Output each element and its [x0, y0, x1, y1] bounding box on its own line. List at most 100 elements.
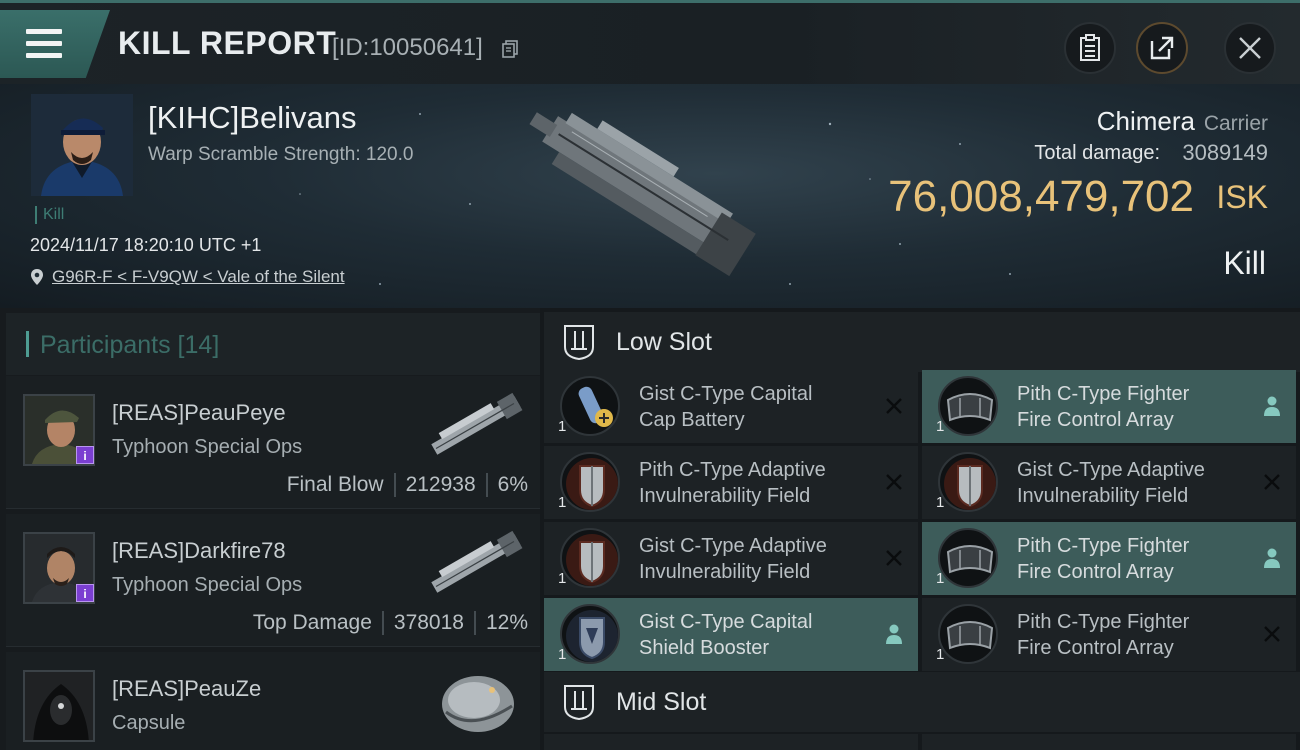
participant-row[interactable]: [REAS]PeauZe Capsule — [6, 652, 540, 750]
total-damage-value: 3089149 — [1182, 140, 1268, 165]
module-slot[interactable]: 1 Pith C-Type Adaptive Invulnerability Fi… — [544, 446, 918, 519]
module-slot-partial[interactable] — [544, 734, 918, 750]
participant-avatar[interactable] — [23, 670, 95, 742]
module-name: Pith C-Type Adaptive Invulnerability Fiel… — [639, 459, 826, 507]
ship-class: Carrier — [1203, 112, 1268, 135]
destroyed-x-icon — [882, 394, 906, 418]
clipboard-button[interactable] — [1064, 22, 1116, 74]
result-label: Kill — [1223, 245, 1266, 281]
hamburger-icon — [26, 29, 62, 59]
module-name: Pith C-Type Fighter Fire Control Array — [1017, 383, 1190, 431]
module-slot[interactable]: 1 Gist C-Type Adaptive Invulnerability Fi… — [922, 446, 1296, 519]
menu-button[interactable] — [0, 10, 110, 78]
invulnerability-field-icon — [560, 528, 620, 588]
destroyed-x-icon — [882, 470, 906, 494]
capsule-image — [442, 676, 514, 732]
module-slot[interactable]: 1 Gist C-Type Adaptive Invulnerability Fi… — [544, 522, 918, 595]
cap-battery-icon — [560, 376, 620, 436]
participant-percent: 12% — [485, 611, 528, 634]
dropped-person-icon — [1260, 394, 1284, 418]
info-badge-icon[interactable]: i — [76, 584, 94, 602]
low-slot-icon — [564, 325, 594, 361]
report-id: [ID:10050641] — [332, 34, 483, 61]
participant-ship-image — [431, 392, 523, 455]
module-name: Pith C-Type Fighter Fire Control Array — [1017, 535, 1190, 583]
low-slot-header[interactable]: Low Slot — [544, 312, 1300, 372]
location-pin-icon — [31, 269, 43, 285]
divider — [473, 611, 476, 635]
module-name: Gist C-Type Adaptive Invulnerability Fiel… — [639, 535, 827, 583]
low-slot-label: Low Slot — [616, 327, 712, 356]
fighter-fire-control-icon — [938, 376, 998, 436]
kill-location[interactable]: G96R-F < F-V9QW < Vale of the Silent — [30, 267, 345, 287]
module-slot[interactable]: 1 Pith C-Type Fighter Fire Control Array — [922, 522, 1296, 595]
divider — [485, 473, 488, 497]
module-slot[interactable]: 1 Gist C-Type Capital Shield Booster — [544, 598, 918, 671]
dropped-person-icon — [1260, 546, 1284, 570]
module-qty: 1 — [558, 418, 567, 435]
copy-icon[interactable] — [502, 40, 518, 58]
invulnerability-field-icon — [560, 452, 620, 512]
invulnerability-field-icon — [938, 452, 998, 512]
participant-stats: Top Damage 378018 12% — [253, 611, 528, 635]
module-qty: 1 — [558, 494, 567, 511]
close-icon — [1239, 37, 1261, 59]
module-slot-partial[interactable] — [922, 734, 1296, 750]
participant-row[interactable]: i [REAS]PeauPeye Typhoon Special Ops Fin… — [6, 376, 540, 509]
participant-damage: 378018 — [393, 611, 464, 634]
module-name: Gist C-Type Adaptive Invulnerability Fiel… — [1017, 459, 1205, 507]
module-qty: 1 — [936, 418, 945, 435]
victim-name[interactable]: [KIHC]Belivans — [148, 100, 356, 136]
share-button[interactable] — [1136, 22, 1188, 74]
module-qty: 1 — [558, 570, 567, 587]
participant-name[interactable]: [REAS]Darkfire78 — [112, 538, 286, 564]
destroyed-x-icon — [882, 546, 906, 570]
module-name: Gist C-Type Capital Cap Battery — [639, 383, 813, 431]
location-link[interactable]: G96R-F < F-V9QW < Vale of the Silent — [52, 267, 345, 287]
participant-ship: Capsule — [112, 712, 186, 734]
page-title: KILL REPORT — [118, 25, 337, 61]
fighter-fire-control-icon — [938, 528, 998, 588]
header-accent-bar — [26, 331, 29, 357]
module-slot[interactable]: 1 Gist C-Type Capital Cap Battery — [544, 370, 918, 443]
participant-name[interactable]: [REAS]PeauPeye — [112, 400, 286, 426]
participant-percent: 6% — [497, 473, 528, 496]
participant-stats: Final Blow 212938 6% — [287, 473, 528, 497]
dropped-person-icon — [882, 622, 906, 646]
participants-panel: Participants [14] i [REAS]PeauPeye Typho… — [0, 308, 540, 750]
module-qty: 1 — [936, 646, 945, 663]
participant-ship-image — [431, 530, 523, 593]
module-slot[interactable]: 1 Pith C-Type Fighter Fire Control Array — [922, 598, 1296, 671]
module-qty: 1 — [936, 570, 945, 587]
mid-slot-header[interactable]: Mid Slot — [544, 672, 1300, 732]
destroyed-x-icon — [1260, 622, 1284, 646]
shield-booster-icon — [560, 604, 620, 664]
participant-ship: Typhoon Special Ops — [112, 574, 303, 596]
module-name: Pith C-Type Fighter Fire Control Array — [1017, 611, 1190, 659]
mid-slot-icon — [564, 685, 594, 721]
participant-role: Final Blow — [286, 473, 384, 496]
total-damage-label: Total damage: — [1034, 142, 1160, 164]
close-button[interactable] — [1224, 22, 1276, 74]
kill-datetime: 2024/11/17 18:20:10 UTC +1 — [30, 235, 262, 255]
participants-header: Participants [14] — [6, 313, 540, 375]
participant-damage: 212938 — [405, 473, 476, 496]
ship-name[interactable]: Chimera — [1097, 106, 1195, 137]
fighter-fire-control-icon — [938, 604, 998, 664]
warp-scramble-strength: Warp Scramble Strength: 120.0 — [148, 144, 414, 165]
victim-portrait[interactable] — [31, 94, 133, 196]
participant-row[interactable]: i [REAS]Darkfire78 Typhoon Special Ops T… — [6, 514, 540, 647]
victim-banner: [KIHC]Belivans Warp Scramble Strength: 1… — [0, 84, 1300, 308]
fitting-panel: Low Slot 1 Gist C-Type Capital Cap Batter… — [540, 308, 1300, 750]
participants-label: Participants [14] — [40, 331, 220, 359]
participant-name[interactable]: [REAS]PeauZe — [112, 676, 261, 702]
share-icon — [1150, 36, 1174, 60]
divider — [393, 473, 396, 497]
participant-ship: Typhoon Special Ops — [112, 436, 303, 458]
participant-role: Top Damage — [252, 611, 372, 634]
info-badge-icon[interactable]: i — [76, 446, 94, 464]
module-qty: 1 — [558, 646, 567, 663]
isk-unit: ISK — [1216, 179, 1268, 215]
module-slot[interactable]: 1 Pith C-Type Fighter Fire Control Array — [922, 370, 1296, 443]
kill-tag: Kill — [35, 206, 64, 224]
